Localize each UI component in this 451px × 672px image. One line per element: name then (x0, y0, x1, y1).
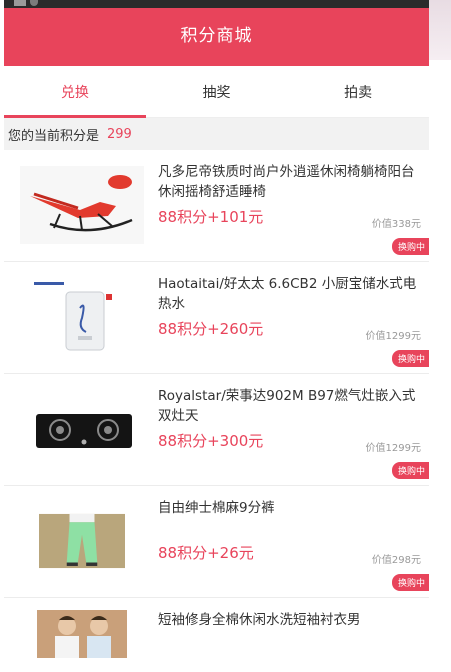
product-name: 短袖修身全棉休闲水洗短袖衬衣男 (158, 612, 361, 628)
status-badge: 换购中 (391, 462, 429, 479)
list-item[interactable]: 自由绅士棉麻9分裤 88积分+26元 价值298元 换购中 (4, 486, 429, 598)
tab-bar: 兑换 抽奖 拍卖 (4, 66, 429, 118)
list-item[interactable]: Royalstar/荣事达902M B97燃气灶嵌入式双灶天 88积分+300元… (4, 374, 429, 486)
status-bar (4, 0, 429, 8)
product-worth: 价值298元 (371, 555, 421, 566)
water-heater-image (20, 278, 144, 356)
couple-shirts-image (20, 610, 144, 658)
list-item[interactable]: 凡多尼帝铁质时尚户外逍遥休闲椅躺椅阳台休闲摇椅舒适睡椅 88积分+101元 价值… (4, 150, 429, 262)
status-badge: 换购中 (391, 238, 429, 255)
points-bar: 您的当前积分是 299 (4, 118, 429, 150)
product-list: 凡多尼帝铁质时尚户外逍遥休闲椅躺椅阳台休闲摇椅舒适睡椅 88积分+101元 价值… (4, 150, 429, 658)
red-rocking-chair-image (20, 166, 144, 244)
product-name: Royalstar/荣事达902M B97燃气灶嵌入式双灶天 (158, 388, 416, 424)
menu-icon (14, 0, 26, 6)
product-name: 凡多尼帝铁质时尚户外逍遥休闲椅躺椅阳台休闲摇椅舒适睡椅 (158, 164, 415, 200)
points-label: 您的当前积分是 (8, 128, 100, 144)
points-value: 299 (107, 126, 132, 142)
product-worth: 价值1299元 (365, 331, 421, 342)
obscured-area (429, 0, 451, 60)
product-price: 88积分+260元 (158, 320, 264, 338)
status-badge: 换购中 (391, 350, 429, 367)
list-item[interactable]: Haotaitai/好太太 6.6CB2 小厨宝储水式电热水 88积分+260元… (4, 262, 429, 374)
product-worth: 价值1299元 (365, 443, 421, 454)
product-name: 自由绅士棉麻9分裤 (158, 500, 275, 516)
list-item[interactable]: 短袖修身全棉休闲水洗短袖衬衣男 (4, 598, 429, 658)
phone-screen: 积分商城 兑换 抽奖 拍卖 您的当前积分是 299 凡多尼帝铁质时尚户外逍遥休闲… (4, 0, 429, 672)
tab-exchange[interactable]: 兑换 (4, 66, 146, 118)
status-badge: 换购中 (391, 574, 429, 591)
tab-lottery[interactable]: 抽奖 (146, 66, 288, 117)
gas-stove-image (20, 390, 144, 468)
tab-auction[interactable]: 拍卖 (287, 66, 429, 117)
product-price: 88积分+300元 (158, 432, 264, 450)
product-price: 88积分+26元 (158, 544, 254, 562)
app-icon (30, 0, 38, 6)
app-header: 积分商城 (4, 8, 429, 66)
page-title: 积分商城 (180, 25, 253, 46)
product-worth: 价值338元 (371, 219, 421, 230)
product-price: 88积分+101元 (158, 208, 264, 226)
product-name: Haotaitai/好太太 6.6CB2 小厨宝储水式电热水 (158, 276, 417, 312)
green-pants-image (20, 502, 144, 580)
